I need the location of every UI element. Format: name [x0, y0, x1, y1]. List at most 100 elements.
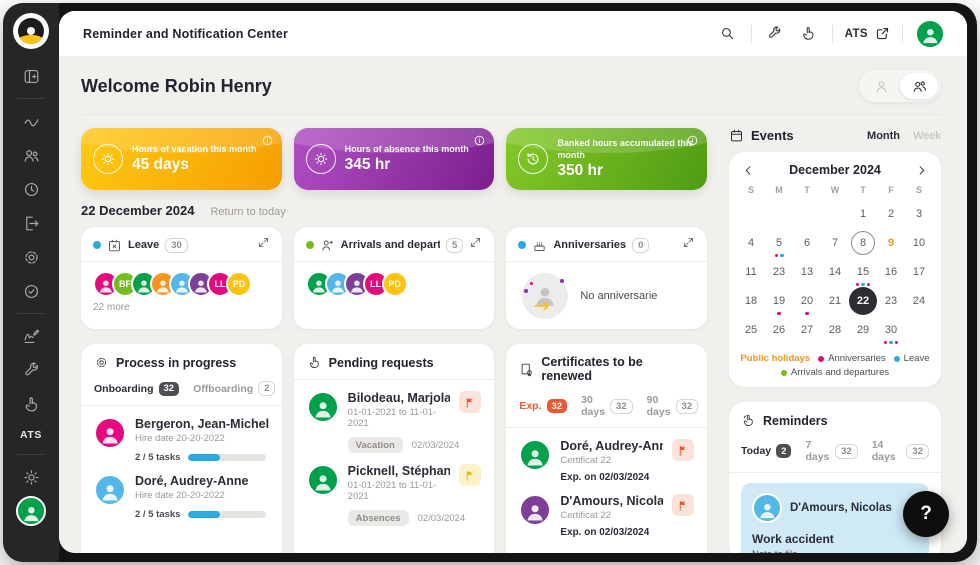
calendar-day[interactable]: 4	[737, 230, 765, 256]
calendar-day[interactable]: 11	[737, 259, 765, 285]
hand-pointer-icon[interactable]	[798, 23, 820, 45]
tab-90-days[interactable]: 90 days 32	[647, 394, 699, 418]
sidebar-item-tools-icon[interactable]	[19, 358, 43, 382]
calendar-day[interactable]: 1	[849, 201, 877, 227]
stat-card-vacation[interactable]: Hours of vacation this month 45 days	[81, 128, 282, 190]
avatar	[915, 19, 945, 49]
sidebar-item-people-icon[interactable]	[19, 143, 43, 167]
info-icon[interactable]	[261, 134, 274, 147]
calendar-day[interactable]: 24	[905, 288, 933, 314]
calendar-day[interactable]: 26	[765, 317, 793, 343]
flag-icon[interactable]	[459, 391, 481, 413]
tab-expired[interactable]: Exp. 32	[519, 399, 567, 413]
search-icon[interactable]	[717, 23, 739, 45]
tab-label: 7 days	[805, 439, 830, 463]
arrivals-widget: Arrivals and departures 5 LLPD	[294, 227, 495, 329]
calendar-day[interactable]: 28	[821, 317, 849, 343]
calendar-day[interactable]: 2	[877, 201, 905, 227]
calendar-day[interactable]: 18	[737, 288, 765, 314]
flag-icon[interactable]	[672, 439, 694, 461]
calendar-day[interactable]: 14	[821, 259, 849, 285]
calendar-day[interactable]: 21	[821, 288, 849, 314]
calendar-day[interactable]: 8	[849, 230, 877, 256]
avatar	[752, 493, 782, 523]
calendar-day[interactable]: 27	[793, 317, 821, 343]
reminder-item[interactable]: D'Amours, Nicolas Work accident Note to …	[741, 483, 929, 553]
calendar-day[interactable]: 29	[849, 317, 877, 343]
more-count[interactable]: 22 more	[93, 302, 270, 313]
process-item[interactable]: Bergeron, Jean-Michel Hire date 20-20-20…	[94, 417, 269, 463]
calendar-day[interactable]: 3	[905, 201, 933, 227]
sidebar-item-activity-icon[interactable]	[19, 109, 43, 133]
sidebar-item-benefits-icon[interactable]	[19, 245, 43, 269]
expand-icon[interactable]	[469, 236, 482, 254]
team-view-button[interactable]	[900, 73, 938, 99]
tab-today[interactable]: Today 2	[741, 444, 791, 458]
calendar-day[interactable]: 25	[737, 317, 765, 343]
calendar-day[interactable]: 23	[877, 288, 905, 314]
pending-request-item[interactable]: Bilodeau, Marjolaine 01-01-2021 to 11-01…	[307, 391, 482, 453]
sidebar-item-tasks-icon[interactable]	[19, 279, 43, 303]
help-button[interactable]: ?	[903, 491, 949, 537]
view-week-button[interactable]: Week	[913, 130, 941, 142]
leave-avatars[interactable]: BFLLPD	[93, 271, 270, 297]
sidebar: ATS	[3, 3, 59, 562]
sidebar-item-ats[interactable]: ATS	[20, 429, 42, 441]
app-logo[interactable]	[13, 13, 49, 49]
tab-onboarding[interactable]: Onboarding 32	[94, 382, 179, 396]
pending-request-item[interactable]: Picknell, Stéphanie 01-01-2021 to 11-01-…	[307, 464, 482, 526]
stat-card-banked-hours[interactable]: Banked hours accumulated this month 350 …	[506, 128, 707, 190]
arrivals-avatars[interactable]: LLPD	[306, 271, 483, 297]
next-month-icon[interactable]	[916, 165, 927, 176]
hire-date: Hire date 20-20-2022	[135, 433, 269, 444]
sidebar-user-avatar[interactable]	[16, 496, 46, 526]
expand-icon[interactable]	[257, 236, 270, 254]
calendar-day[interactable]: 10	[905, 230, 933, 256]
stat-label: Banked hours accumulated this month	[557, 138, 697, 161]
single-user-view-button[interactable]	[862, 73, 900, 99]
flag-icon[interactable]	[672, 494, 694, 516]
sidebar-item-settings-icon[interactable]	[19, 465, 43, 489]
calendar-day[interactable]: 20	[793, 288, 821, 314]
sidebar-item-signature-icon[interactable]	[19, 324, 43, 348]
tab-14-days[interactable]: 14 days 32	[872, 439, 929, 463]
calendar-day[interactable]: 5	[765, 230, 793, 256]
calendar-day[interactable]: 6	[793, 230, 821, 256]
certificate-item[interactable]: Doré, Audrey-Anne Certificat 22 Exp. on …	[519, 439, 694, 483]
tasks-count: 2 / 5 tasks	[135, 509, 180, 520]
hire-date: Hire date 20-20-2022	[135, 490, 269, 501]
wrench-icon[interactable]	[764, 23, 786, 45]
return-to-today-link[interactable]: Return to today	[210, 206, 285, 218]
collapse-sidebar-icon[interactable]	[19, 64, 43, 88]
info-icon[interactable]	[473, 134, 486, 147]
calendar-day[interactable]: 15	[849, 259, 877, 285]
welcome-title: Welcome Robin Henry	[81, 76, 272, 97]
flag-icon[interactable]	[459, 464, 481, 486]
calendar-day[interactable]: 7	[821, 230, 849, 256]
sidebar-item-leave-icon[interactable]	[19, 211, 43, 235]
topbar-user-avatar[interactable]	[915, 19, 945, 49]
tab-30-days[interactable]: 30 days 32	[581, 394, 633, 418]
calendar-day[interactable]: 22	[849, 288, 877, 314]
expand-icon[interactable]	[682, 236, 695, 254]
sidebar-item-requests-icon[interactable]	[19, 392, 43, 416]
info-icon[interactable]	[686, 134, 699, 147]
calendar-day[interactable]: 16	[877, 259, 905, 285]
calendar-day[interactable]: 9	[877, 230, 905, 256]
calendar-day[interactable]: 17	[905, 259, 933, 285]
tab-7-days[interactable]: 7 days 32	[805, 439, 857, 463]
view-month-button[interactable]: Month	[867, 130, 900, 142]
tab-offboarding[interactable]: Offboarding 2	[193, 381, 275, 396]
sidebar-item-clock-icon[interactable]	[19, 177, 43, 201]
calendar-day[interactable]: 19	[765, 288, 793, 314]
calendar-day[interactable]: 30	[877, 317, 905, 343]
stat-value: 350 hr	[557, 162, 697, 180]
stat-card-absence[interactable]: Hours of absence this month 345 hr	[294, 128, 495, 190]
tab-count-badge: 32	[547, 399, 568, 413]
calendar-day[interactable]: 13	[793, 259, 821, 285]
process-item[interactable]: Doré, Audrey-Anne Hire date 20-20-2022 2…	[94, 474, 269, 520]
calendar-day[interactable]: 23	[765, 259, 793, 285]
prev-month-icon[interactable]	[743, 165, 754, 176]
certificate-item[interactable]: D'Amours, Nicolas Certificat 22 Exp. on …	[519, 494, 694, 538]
ats-link[interactable]: ATS	[845, 26, 890, 41]
